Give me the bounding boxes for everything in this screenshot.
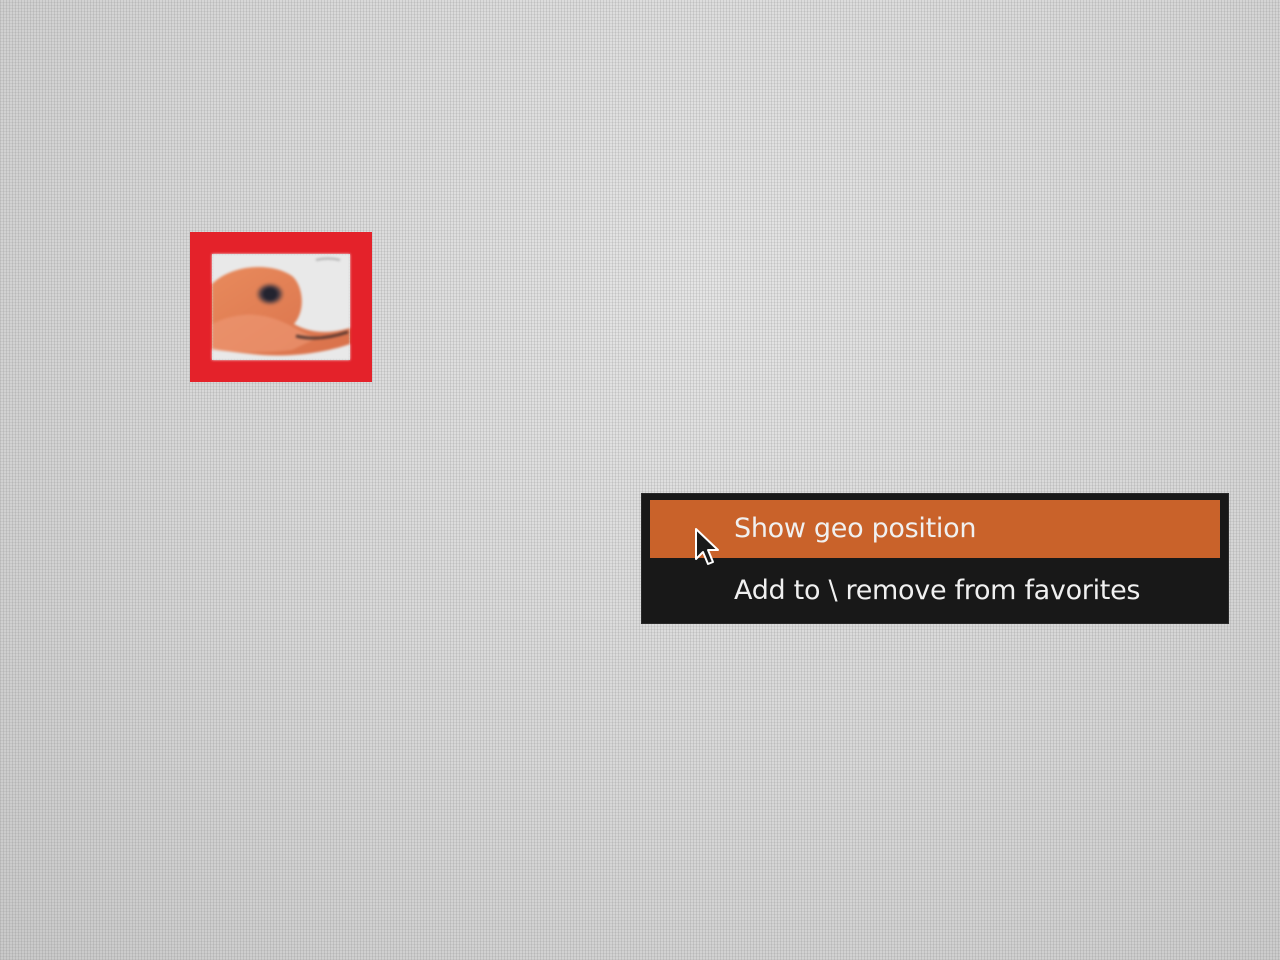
menu-item-show-geo-position[interactable]: Show geo position bbox=[650, 500, 1220, 558]
thumbnail-image bbox=[212, 254, 350, 360]
selected-thumbnail[interactable] bbox=[190, 232, 372, 382]
context-menu: Show geo position Add to \ remove from f… bbox=[641, 493, 1229, 624]
arrow-cursor-icon bbox=[695, 528, 719, 565]
menu-item-toggle-favorites[interactable]: Add to \ remove from favorites bbox=[650, 562, 1220, 620]
